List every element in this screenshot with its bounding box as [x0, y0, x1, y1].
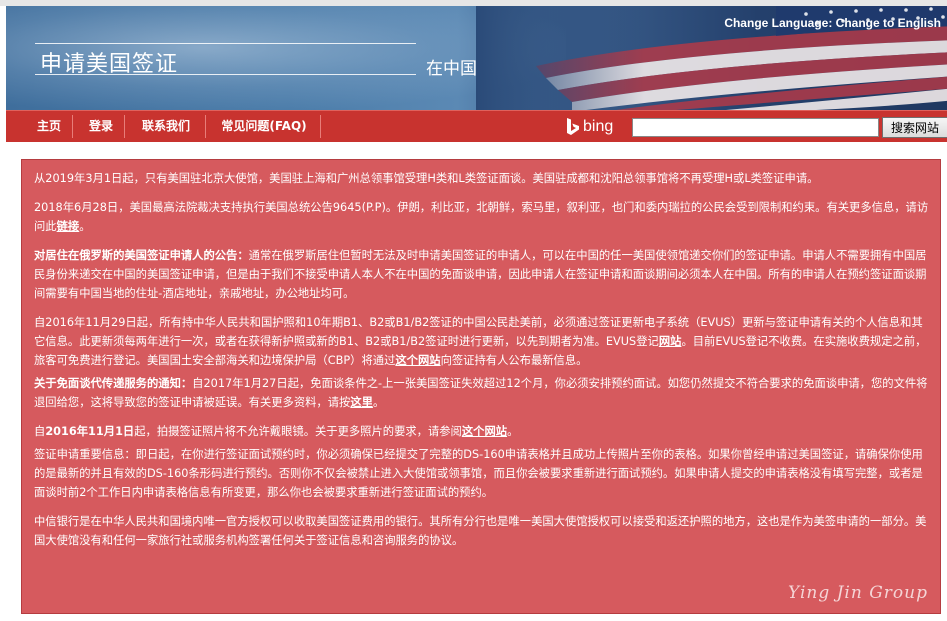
page-subtitle: 在中国 — [426, 59, 477, 79]
main-nav: 主页 登录 联系我们 常见问题(FAQ) bing 搜索网站 — [6, 110, 947, 142]
header-banner: 申请美国签证 在中国 Change Language: Change to En… — [6, 6, 947, 110]
ying-jin-group-logo: Ying Jin Group — [788, 583, 928, 603]
search-site-button[interactable]: 搜索网站 — [882, 117, 947, 138]
nav-contact[interactable]: 联系我们 — [125, 111, 207, 142]
notice-presidential-proclamation: 2018年6月28日，美国最高法院裁决支持执行美国总统公告9645(P.P)。伊… — [34, 201, 929, 233]
language-switcher: Change Language: Change to English — [724, 16, 941, 30]
announcement-panel: 从2019年3月1日起，只有美国驻北京大使馆，美国驻上海和广州总领事馆受理H类和… — [21, 159, 941, 614]
waiver-info-link[interactable]: 这里 — [350, 396, 373, 409]
notice-russia-title: 对居住在俄罗斯的美国签证申请人的公告： — [34, 249, 249, 262]
notice-ds160: 签证申请重要信息：即日起，在你进行签证面试预约时，你必须确保已经提交了完整的DS… — [34, 448, 923, 499]
language-label: Change Language: — [724, 16, 836, 30]
proclamation-link[interactable]: 链接 — [57, 220, 80, 233]
title-rule-bottom — [35, 74, 416, 75]
notice-evus: 自2016年11月29日起，所有持中华人民共和国护照和10年期B1、B2或B1/… — [34, 316, 927, 367]
nav-divider — [320, 115, 321, 138]
bing-label: bing — [583, 118, 614, 135]
nav-login[interactable]: 登录 — [73, 111, 129, 142]
notice-interview-waiver: 关于免面谈代传递服务的通知：自2017年1月27日起，免面谈条件之-上一张美国签… — [34, 377, 928, 409]
search-input[interactable] — [632, 118, 879, 137]
photo-requirements-link[interactable]: 这个网站 — [462, 425, 507, 438]
cbp-website-link[interactable]: 这个网站 — [395, 354, 440, 367]
notice-photo-glasses: 自2016年11月1日起，拍摄签证照片将不允许戴眼镜。关于更多照片的要求，请参阅… — [34, 425, 519, 438]
bing-logo-icon — [567, 118, 579, 135]
notice-citic-bank: 中信银行是在中华人民共和国境内唯一官方授权可以收取美国签证费用的银行。其所有分行… — [34, 515, 927, 547]
nav-faq[interactable]: 常见问题(FAQ) — [206, 111, 322, 142]
notice-russia-residents: 对居住在俄罗斯的美国签证申请人的公告：通常在俄罗斯居住但暂时无法及时申请美国签证… — [34, 249, 927, 300]
title-rule-top — [35, 43, 416, 44]
bing-brand: bing — [566, 117, 613, 137]
change-to-english-link[interactable]: Change to English — [836, 16, 941, 30]
evus-website-link[interactable]: 网站 — [659, 335, 682, 348]
notice-waiver-title: 关于免面谈代传递服务的通知： — [34, 377, 193, 390]
nav-home[interactable]: 主页 — [18, 111, 80, 142]
notice-h-l-visa: 从2019年3月1日起，只有美国驻北京大使馆，美国驻上海和广州总领事馆受理H类和… — [34, 172, 819, 185]
